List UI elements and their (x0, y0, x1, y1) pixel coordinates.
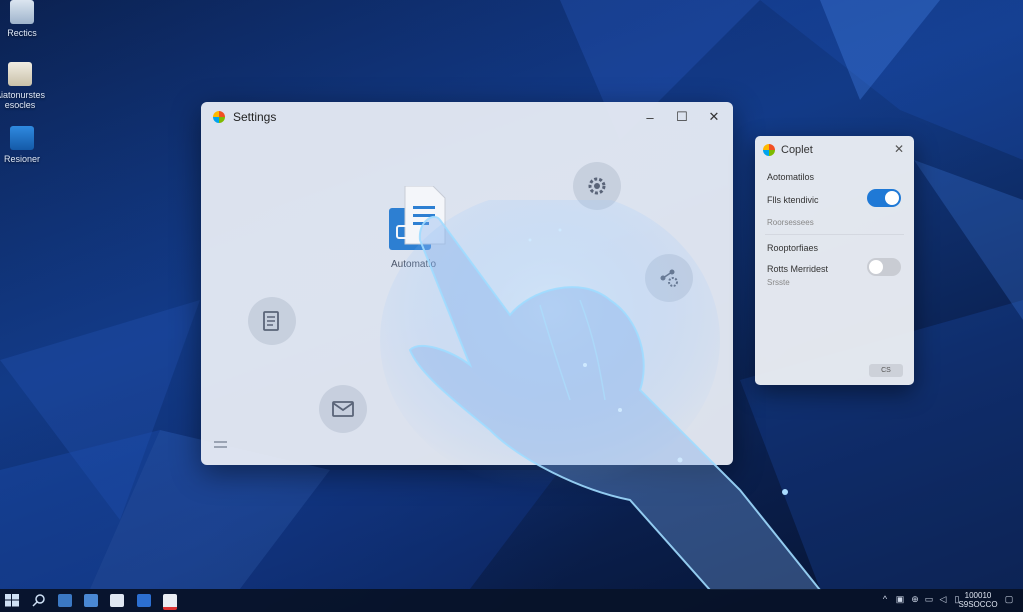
copilot-logo-icon (763, 144, 775, 156)
share-settings-button[interactable] (645, 254, 693, 302)
copilot-toggle-1[interactable] (867, 189, 901, 207)
copilot-section-heading: Rooptorfiaes (767, 243, 819, 253)
tray-icon[interactable]: ⊕ (910, 594, 920, 604)
desktop-icon-label: Rectics (7, 28, 37, 38)
automation-label: Automatio (391, 259, 437, 270)
notes-button[interactable] (248, 297, 296, 345)
desktop-icon-label: Aiatonurstes esocles (0, 90, 46, 110)
copilot-header: Coplet (763, 144, 813, 156)
copilot-title: Coplet (781, 144, 813, 156)
taskbar-app-icon[interactable] (137, 594, 151, 607)
settings-window: Settings – ☐ ✕ Automatio (201, 102, 733, 465)
copilot-close-button[interactable]: ✕ (894, 142, 904, 156)
taskbar-app-icon[interactable] (84, 594, 98, 607)
taskbar-clock[interactable]: 100010 S9SOCCO (958, 591, 998, 609)
taskbar-app-icon[interactable] (58, 594, 72, 607)
automation-document-icon[interactable] (389, 186, 449, 254)
notifications-icon[interactable]: ▢ (1004, 594, 1014, 604)
menu-icon[interactable] (214, 441, 227, 448)
toggle-knob (869, 260, 883, 274)
copilot-panel: Coplet ✕ Aotomatilos Flls ktendivic Roor… (755, 136, 914, 385)
notes-icon (263, 311, 279, 331)
close-button[interactable]: ✕ (705, 109, 723, 125)
clock-date: S9SOCCO (958, 600, 998, 609)
desktop-icon-app[interactable]: Resioner (0, 126, 52, 164)
window-controls: – ☐ ✕ (641, 109, 723, 125)
document-icon (8, 62, 32, 86)
chevron-up-icon[interactable]: ^ (880, 594, 890, 604)
gear-icon (588, 177, 606, 195)
window-title: Settings (233, 110, 277, 124)
taskbar: ^ ▣ ⊕ ▭ ◁ ▯ 100010 S9SOCCO ▢ (0, 589, 1023, 612)
copilot-action-button[interactable]: CS (869, 364, 903, 377)
mail-button[interactable] (319, 385, 367, 433)
app-logo-icon (213, 111, 225, 123)
tray-icon[interactable]: ▣ (895, 594, 905, 604)
desktop-icon-documents[interactable]: Aiatonurstes esocles (0, 62, 50, 110)
share-gear-icon (660, 269, 678, 287)
copilot-row-subtext: Srsste (767, 278, 790, 287)
desktop-icon-label: Resioner (3, 154, 41, 164)
mail-icon (332, 401, 354, 417)
recycle-bin-icon (10, 0, 34, 24)
toggle-knob (885, 191, 899, 205)
desktop-icon-recycle[interactable]: Rectics (0, 0, 52, 38)
search-icon[interactable] (32, 594, 46, 607)
window-titlebar: Settings (213, 110, 276, 124)
app-icon (10, 126, 34, 150)
maximize-button[interactable]: ☐ (673, 109, 691, 125)
copilot-row-label: Flls ktendivic (767, 195, 819, 205)
taskbar-app-icon[interactable] (163, 594, 177, 610)
copilot-row-label: Rotts Merridest (767, 264, 829, 274)
clock-time: 100010 (964, 591, 992, 600)
volume-icon[interactable]: ◁ (938, 594, 948, 604)
copilot-row-subtext: Roorsessees (767, 218, 814, 227)
network-icon[interactable]: ▭ (924, 594, 934, 604)
copilot-section-heading: Aotomatilos (767, 172, 815, 182)
settings-gear-button[interactable] (573, 162, 621, 210)
taskbar-app-icon[interactable] (110, 594, 124, 607)
start-windows-icon[interactable] (5, 594, 19, 607)
minimize-button[interactable]: – (641, 109, 659, 125)
copilot-divider (765, 234, 904, 235)
copilot-toggle-2[interactable] (867, 258, 901, 276)
